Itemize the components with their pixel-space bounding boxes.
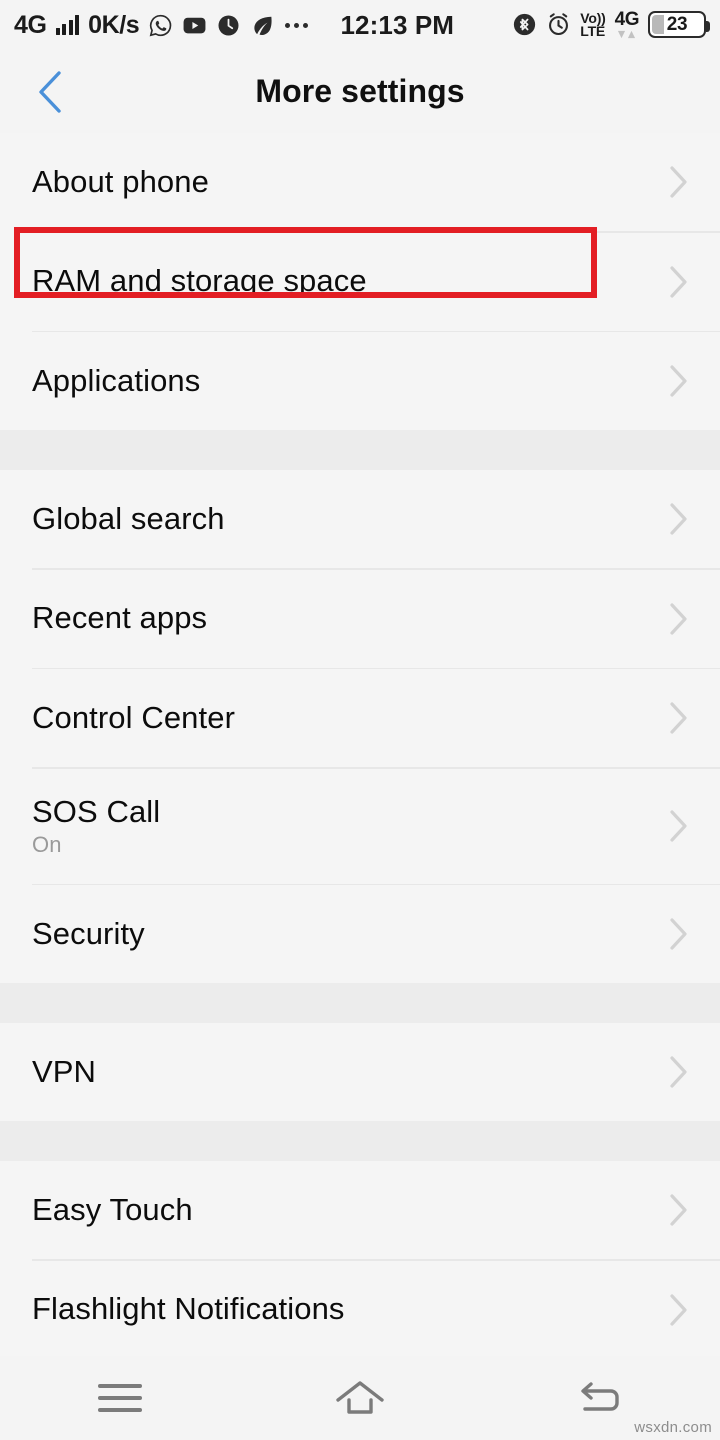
list-item-labels: Control Center — [32, 699, 654, 736]
list-item-control-center[interactable]: Control Center — [0, 669, 720, 767]
section-separator — [0, 430, 720, 470]
list-item-labels: SOS Call On — [32, 793, 654, 858]
battery-percent-label: 23 — [666, 13, 688, 35]
phone-screen: 4G 0K/s 12:13 PM Vo)) LTE 4G 23 More set… — [0, 0, 720, 1440]
list-item-label: VPN — [32, 1053, 97, 1089]
status-bar-right: Vo)) LTE 4G 23 — [512, 8, 710, 39]
clock-app-icon — [218, 15, 239, 35]
back-chevron-icon — [39, 70, 61, 113]
back-button[interactable] — [24, 66, 76, 118]
home-icon — [336, 1381, 384, 1414]
leaf-app-icon — [254, 16, 272, 35]
watermark: wsxdn.com — [634, 1419, 712, 1436]
list-item-labels: RAM and storage space — [32, 263, 654, 299]
title-bar: More settings — [0, 50, 720, 133]
chevron-right-icon — [668, 1054, 690, 1090]
list-item-label: Flashlight Notifications — [32, 1291, 345, 1327]
settings-group-system: Global search Recent apps Control Center — [0, 470, 720, 983]
battery-fill — [652, 15, 664, 35]
list-item-easy-touch[interactable]: Easy Touch — [0, 1161, 720, 1259]
list-item-label: About phone — [32, 163, 209, 199]
list-item-label: SOS Call — [32, 793, 161, 829]
section-separator — [0, 983, 720, 1023]
chevron-right-icon — [668, 700, 690, 736]
chevron-right-icon — [668, 916, 690, 952]
volte-line-2: LTE — [580, 22, 606, 39]
chevron-right-icon — [668, 601, 690, 637]
list-item-recent-apps[interactable]: Recent apps — [0, 569, 720, 668]
whatsapp-icon — [149, 14, 172, 36]
chevron-right-icon — [668, 264, 690, 300]
settings-list: About phone RAM and storage space Applic… — [0, 133, 720, 1399]
chevron-right-icon — [668, 164, 690, 200]
list-item-ram-and-storage-space[interactable]: RAM and storage space — [0, 232, 720, 331]
settings-group-device: About phone RAM and storage space Applic… — [0, 133, 720, 430]
status-bar: 4G 0K/s 12:13 PM Vo)) LTE 4G 23 — [0, 0, 720, 50]
nav-home-button[interactable] — [300, 1356, 420, 1440]
list-item-labels: Recent apps — [32, 600, 654, 636]
list-item-applications[interactable]: Applications — [0, 332, 720, 430]
list-item-sos-call[interactable]: SOS Call On — [0, 768, 720, 884]
chevron-right-icon — [668, 363, 690, 399]
list-item-global-search[interactable]: Global search — [0, 470, 720, 568]
list-item-labels: Easy Touch — [32, 1191, 654, 1228]
data-rate-label: 0K/s — [88, 10, 140, 39]
chevron-right-icon — [668, 1192, 690, 1228]
alarm-clock-icon — [549, 13, 569, 36]
list-item-label: Applications — [32, 362, 201, 398]
volte-icon: Vo)) LTE — [580, 11, 606, 39]
list-item-vpn[interactable]: VPN — [0, 1023, 720, 1121]
nav-menu-button[interactable] — [60, 1356, 180, 1440]
data-activity-arrows-icon — [617, 30, 636, 39]
chevron-right-icon — [668, 501, 690, 537]
more-dots-icon — [285, 22, 309, 28]
page-title: More settings — [255, 73, 465, 109]
chevron-right-icon — [668, 1292, 690, 1328]
sim-network-icon: 4G — [614, 8, 640, 39]
list-item-labels: Security — [32, 915, 654, 952]
youtube-icon — [183, 17, 206, 33]
list-item-label: Easy Touch — [32, 1191, 193, 1227]
bluetooth-icon — [514, 14, 536, 36]
list-item-flashlight-notifications[interactable]: Flashlight Notifications — [0, 1260, 720, 1359]
list-item-labels: VPN — [32, 1053, 654, 1090]
signal-bars-icon — [55, 15, 80, 35]
list-item-label: Global search — [32, 500, 225, 536]
list-item-labels: About phone — [32, 163, 654, 200]
list-item-label: Recent apps — [32, 600, 208, 636]
list-item-label: Control Center — [32, 699, 235, 735]
back-icon — [581, 1382, 619, 1411]
system-nav-bar — [0, 1356, 720, 1440]
list-item-security[interactable]: Security — [0, 885, 720, 983]
status-bar-clock: 12:13 PM — [340, 9, 455, 40]
list-item-labels: Flashlight Notifications — [32, 1291, 654, 1327]
sim-network-label: 4G — [614, 8, 640, 30]
menu-icon — [98, 1384, 142, 1412]
list-item-about-phone[interactable]: About phone — [0, 133, 720, 231]
list-item-labels: Global search — [32, 500, 654, 537]
list-item-sublabel: On — [32, 832, 62, 858]
status-bar-left: 4G 0K/s — [14, 10, 309, 39]
list-item-label: Security — [32, 915, 145, 951]
status-bar-center: 12:13 PM — [308, 10, 512, 41]
battery-icon: 23 — [648, 11, 710, 39]
section-separator — [0, 1121, 720, 1161]
list-item-labels: Applications — [32, 362, 654, 399]
network-type-label: 4G — [14, 10, 47, 39]
chevron-right-icon — [668, 808, 690, 844]
settings-group-network: VPN — [0, 1023, 720, 1121]
list-item-label: RAM and storage space — [32, 263, 367, 299]
settings-group-tools: Easy Touch Flashlight Notifications — [0, 1161, 720, 1359]
